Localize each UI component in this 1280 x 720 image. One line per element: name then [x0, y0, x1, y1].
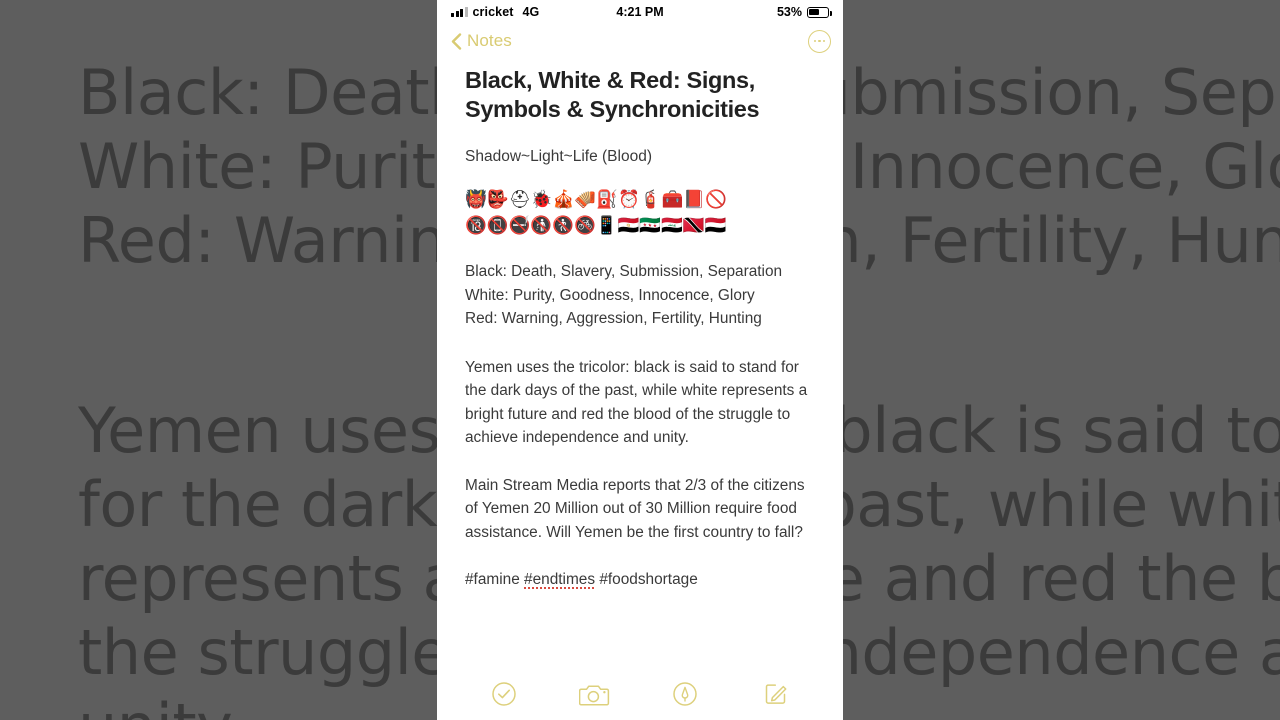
- camera-icon: [579, 684, 610, 706]
- emoji-block: 👹👺⛑🐞🎪🪗⛽⏰🧯🧰📕🚫 🔞📵🚭🚯🚷🚳📱🇪🇬🇸🇾🇮🇶🇹🇹🇾🇪: [465, 188, 817, 238]
- network-type-label: 4G: [522, 5, 540, 19]
- yemen-paragraph: Yemen uses the tricolor: black is said t…: [465, 358, 808, 447]
- hashtags-line: #famine #endtimes #foodshortage: [465, 568, 817, 592]
- media-paragraph: Main Stream Media reports that 2/3 of th…: [465, 476, 805, 541]
- status-bar-right: 53%: [776, 5, 832, 19]
- back-label: Notes: [467, 31, 512, 50]
- screen: Black: Death, Slavery, Submission, Separ…: [0, 0, 1280, 720]
- chevron-left-icon: [451, 32, 462, 50]
- camera-button[interactable]: [574, 679, 616, 709]
- checklist-button[interactable]: [483, 679, 525, 709]
- back-to-notes-button[interactable]: Notes: [451, 31, 512, 51]
- status-bar: cricket 4G 4:21 PM 53%: [437, 0, 843, 24]
- checkmark-circle-icon: [492, 682, 516, 706]
- compose-icon: [765, 684, 787, 704]
- more-options-button[interactable]: [808, 29, 831, 53]
- more-dot: [818, 39, 821, 43]
- carrier-label: cricket: [472, 5, 514, 19]
- note-body[interactable]: Black, White & Red: Signs, Symbols & Syn…: [437, 58, 843, 592]
- emoji-row-2: 🔞📵🚭🚯🚷🚳📱🇪🇬🇸🇾🇮🇶🇹🇹🇾🇪: [465, 216, 727, 236]
- hashtag-endtimes[interactable]: #endtimes: [524, 571, 595, 588]
- note-toolbar: [437, 668, 843, 720]
- markup-pen-circle-icon: [673, 682, 697, 706]
- more-dot: [822, 39, 826, 43]
- navigation-bar: Notes: [437, 24, 843, 58]
- emoji-row-1: 👹👺⛑🐞🎪🪗⛽⏰🧯🧰📕🚫: [465, 190, 727, 210]
- note-title: Black, White & Red: Signs, Symbols & Syn…: [465, 67, 760, 122]
- black-meanings-line: Black: Death, Slavery, Submission, Separ…: [465, 263, 783, 280]
- battery-percent-label: 53%: [776, 5, 802, 19]
- hashtag-foodshortage[interactable]: #foodshortage: [599, 571, 697, 588]
- red-meanings-line: Red: Warning, Aggression, Fertility, Hun…: [465, 310, 762, 327]
- markup-button[interactable]: [664, 679, 706, 709]
- battery-icon: [807, 6, 832, 18]
- color-meanings-block: Black: Death, Slavery, Submission, Separ…: [465, 260, 817, 331]
- background-line-8: unity.: [78, 690, 243, 720]
- signal-strength-icon: [451, 7, 468, 17]
- note-subtitle: Shadow~Light~Life (Blood): [465, 148, 652, 165]
- compose-button[interactable]: [755, 679, 797, 709]
- hashtag-famine[interactable]: #famine: [465, 571, 520, 588]
- status-bar-left: cricket 4G: [451, 5, 539, 19]
- white-meanings-line: White: Purity, Goodness, Innocence, Glor…: [465, 286, 755, 304]
- phone-screenshot: cricket 4G 4:21 PM 53% Notes Black, Whit…: [437, 0, 843, 720]
- more-dot: [813, 39, 817, 43]
